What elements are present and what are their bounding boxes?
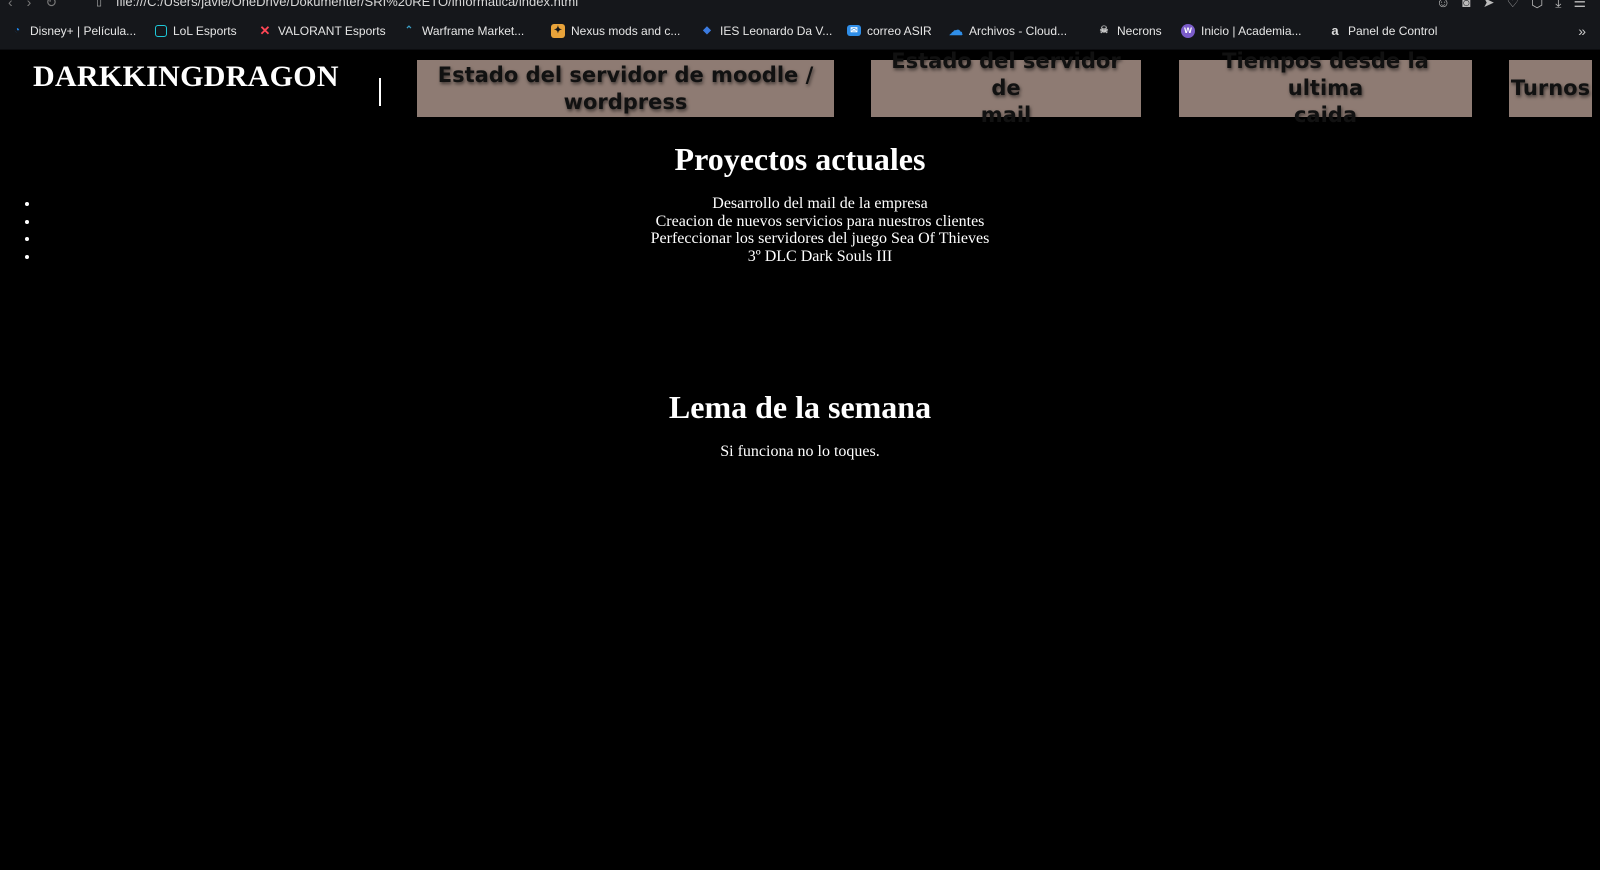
site-title: DARKKINGDRAGON — [33, 60, 339, 93]
bookmark-label: Disney+ | Película... — [30, 23, 137, 38]
skull-icon: ☠ — [1099, 25, 1109, 36]
panel-icon: a — [1331, 23, 1339, 38]
browser-url-bar: ‹ › ↻ ▯ file:///C:/Users/javie/OneDrive/… — [0, 0, 1600, 12]
bookmarks-bar: ◔ Disney+ | Película... LoL Esports ✕ VA… — [0, 12, 1600, 50]
heart-icon[interactable]: ♡ — [1506, 0, 1519, 11]
lol-esports-icon — [155, 24, 167, 37]
bookmark-ies[interactable]: ◆ IES Leonardo Da V... — [700, 24, 832, 38]
menu-icon[interactable]: ☰ — [1573, 0, 1586, 11]
warframe-icon: ⌃ — [404, 25, 414, 36]
forward-icon[interactable]: › — [27, 0, 32, 11]
motto-heading: Lema de la semana — [668, 389, 932, 425]
nav-turnos[interactable]: Turnos — [1509, 60, 1592, 117]
school-cap-icon: ◆ — [703, 25, 711, 36]
nav-mail-status[interactable]: Estado del servidor de mail — [871, 49, 1141, 127]
list-item: Desarrollo del mail de la empresa — [40, 195, 1600, 213]
nav-label-line1: Estado del servidor de — [891, 49, 1121, 100]
send-icon[interactable]: ➤ — [1483, 0, 1495, 11]
list-item: Perfeccionar los servidores del juego Se… — [40, 230, 1600, 248]
bookmark-label: IES Leonardo Da V... — [720, 23, 833, 38]
bookmark-panel[interactable]: a Panel de Control — [1328, 23, 1438, 38]
bookmark-disney[interactable]: ◔ Disney+ | Película... — [10, 24, 136, 38]
bookmark-label: Panel de Control — [1348, 23, 1438, 38]
bookmark-lol-esports[interactable]: LoL Esports — [155, 24, 237, 38]
nexus-icon: ✦ — [551, 23, 565, 38]
emoji-icon[interactable]: ☺ — [1436, 0, 1450, 11]
disney-icon: ◔ — [13, 25, 21, 36]
projects-heading: Proyectos actuales — [674, 141, 926, 177]
motto-text: Si funciona no lo toques. — [720, 443, 880, 460]
file-icon: ▯ — [96, 0, 103, 8]
bookmark-academia[interactable]: w Inicio | Academia... — [1181, 23, 1302, 38]
browser-nav-buttons: ‹ › ↻ — [8, 0, 57, 11]
bookmark-necrons[interactable]: ☠ Necrons — [1097, 24, 1162, 38]
nav-label-line1: Tiempos desde la ultima — [1222, 49, 1429, 100]
nav-downtime[interactable]: Tiempos desde la ultima caida — [1179, 49, 1472, 127]
bookmark-label: correo ASIR — [867, 23, 932, 38]
bookmark-warframe[interactable]: ⌃ Warframe Market... — [402, 24, 524, 38]
bookmark-label: LoL Esports — [173, 23, 237, 38]
url-text[interactable]: file:///C:/Users/javie/OneDrive/Dokument… — [116, 0, 578, 9]
reload-icon[interactable]: ↻ — [45, 0, 57, 11]
mail-icon: ✉ — [847, 25, 861, 36]
bookmark-label: Inicio | Academia... — [1201, 23, 1302, 38]
nav-label-line2: caida — [1293, 103, 1358, 127]
bookmark-label: Archivos - Cloud... — [969, 23, 1068, 38]
download-icon[interactable]: ⤓ — [1555, 0, 1561, 11]
projects-list: Desarrollo del mail de la empresa Creaci… — [0, 195, 1600, 265]
nav-label-line1: Estado del servidor de moodle / — [437, 62, 814, 87]
bookmark-archivos[interactable]: ☁ Archivos - Cloud... — [949, 22, 1068, 38]
back-icon[interactable]: ‹ — [8, 0, 13, 11]
bookmark-label: VALORANT Esports — [278, 23, 386, 38]
academia-icon: w — [1181, 23, 1195, 38]
bookmark-label: Necrons — [1117, 23, 1162, 38]
bookmark-label: Warframe Market... — [422, 23, 525, 38]
bookmark-valorant[interactable]: ✕ VALORANT Esports — [258, 22, 386, 38]
browser-toolbar-icons: ☺ ◙ ➤ ♡ ⬡ ⤓ ☰ — [1436, 0, 1586, 11]
list-item: Creacion de nuevos servicios para nuestr… — [40, 213, 1600, 231]
cloud-icon: ☁ — [949, 22, 963, 38]
nav-moodle-wordpress-status[interactable]: Estado del servidor de moodle / wordpres… — [417, 60, 834, 117]
more-bookmarks-icon[interactable]: » — [1578, 23, 1586, 39]
bookmark-nexus[interactable]: ✦ Nexus mods and c... — [551, 23, 681, 38]
cube-icon[interactable]: ⬡ — [1531, 0, 1543, 11]
camera-icon[interactable]: ◙ — [1462, 0, 1470, 11]
page-header: DARKKINGDRAGON Estado del servidor de mo… — [0, 49, 1600, 130]
nav-label-line2: wordpress — [563, 89, 688, 114]
nav-label-line1: Turnos — [1510, 76, 1591, 100]
valorant-icon: ✕ — [259, 22, 271, 38]
header-divider — [379, 78, 381, 106]
bookmark-correo[interactable]: ✉ correo ASIR — [847, 24, 932, 38]
bookmark-label: Nexus mods and c... — [571, 23, 681, 38]
list-item: 3º DLC Dark Souls III — [40, 248, 1600, 266]
nav-label-line2: mail — [980, 103, 1032, 127]
